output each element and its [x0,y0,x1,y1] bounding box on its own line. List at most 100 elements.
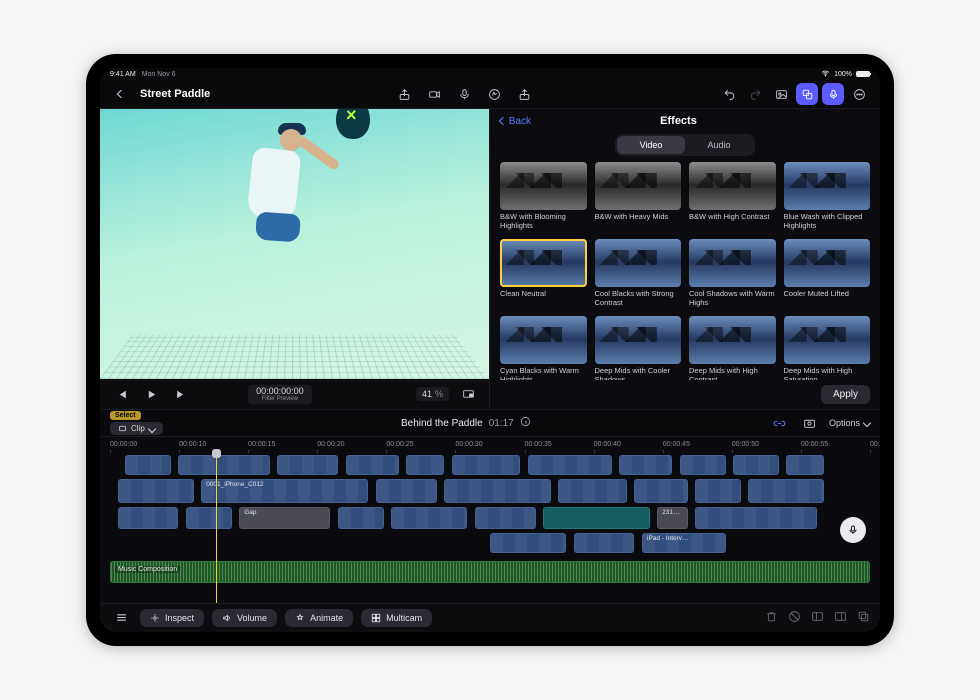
timeline-clip[interactable] [277,455,338,475]
layers-icon[interactable] [796,83,818,105]
mic-icon[interactable] [453,83,475,105]
timeline[interactable]: 00:00:0000:00:1000:00:1500:00:2000:00:25… [100,436,880,603]
photo-icon[interactable] [770,83,792,105]
timeline-clip[interactable]: 231… [657,507,687,529]
timeline-clip[interactable] [125,455,171,475]
undo-icon[interactable] [718,83,740,105]
effect-cell[interactable]: Deep Mids with Cooler Shadows [595,316,682,381]
effect-cell[interactable]: Cyan Blacks with Warm Highlights [500,316,587,381]
effect-cell[interactable]: Blue Wash with Clipped Highlights [784,162,871,231]
prev-frame-button[interactable] [110,383,132,405]
voiceover-icon[interactable] [822,83,844,105]
viewer-viewport[interactable] [100,109,489,380]
more-icon[interactable] [848,83,870,105]
timeline-clip[interactable]: 0001_iPhone_C012 [201,479,368,503]
timeline-clip[interactable] [118,479,194,503]
timeline-clip[interactable] [346,455,399,475]
timeline-clip[interactable] [543,507,649,529]
timeline-clip[interactable] [695,507,817,529]
apply-button[interactable]: Apply [821,385,870,404]
timeline-clip[interactable] [391,507,467,529]
tab-audio[interactable]: Audio [685,136,753,154]
duplicate-icon[interactable] [857,610,870,625]
timeline-clip[interactable] [118,507,179,529]
timeline-clip[interactable] [680,455,726,475]
effect-label: Clean Neutral [500,290,587,306]
timeline-clip[interactable] [406,455,444,475]
camera-icon[interactable] [423,83,445,105]
snapshot-icon[interactable] [799,412,821,434]
timeline-clip[interactable] [475,507,536,529]
effect-cell[interactable]: Deep Mids with High Contrast [689,316,776,381]
share-icon[interactable] [393,83,415,105]
timeline-clip[interactable] [376,479,437,503]
timeline-clip[interactable] [634,479,687,503]
audio-label: Music Composition [115,566,180,573]
timeline-clip[interactable]: iPad - Interv… [642,533,726,553]
draw-icon[interactable] [483,83,505,105]
link-icon[interactable] [769,412,791,434]
animate-button[interactable]: Animate [285,609,353,627]
trash-icon[interactable] [765,610,778,625]
timeline-clip[interactable] [619,455,672,475]
effect-cell[interactable]: Deep Mids with High Saturation [784,316,871,381]
effects-back-label: Back [509,116,531,127]
timeline-clip[interactable] [558,479,626,503]
effect-thumb [500,239,587,288]
effect-label: Cyan Blacks with Warm Highlights [500,367,587,380]
zoom-control[interactable]: 41 % [416,387,449,401]
volume-button[interactable]: Volume [212,609,277,627]
options-menu[interactable]: Options [829,418,870,428]
redo-icon[interactable] [744,83,766,105]
effect-thumb [689,239,776,288]
multicam-button[interactable]: Multicam [361,609,432,627]
timeline-clip[interactable] [748,479,824,503]
timeline-tracks[interactable]: 0001_iPhone_C012 Gap 231… iPad - Interv… Mus… [110,453,870,603]
timeline-clip[interactable] [452,455,520,475]
timeline-clip[interactable] [490,533,566,553]
audio-clip[interactable]: Music Composition [110,561,870,583]
record-voiceover-fab[interactable] [840,517,866,543]
ruler-mark: 00:00:45 [663,441,690,448]
effect-cell[interactable]: Clean Neutral [500,239,587,308]
timecode-display[interactable]: 00:00:00:00 Filter Preview [248,385,312,404]
effects-back-button[interactable]: Back [500,116,531,127]
split-left-icon[interactable] [811,610,824,625]
effect-cell[interactable]: Cooler Muted Lifted [784,239,871,308]
play-button[interactable] [140,383,162,405]
select-mode-badge[interactable]: Select [110,411,141,420]
timeline-clip[interactable] [695,479,741,503]
inspect-button[interactable]: Inspect [140,609,204,627]
timeline-clip[interactable] [528,455,612,475]
effect-cell[interactable]: B&W with High Contrast [689,162,776,231]
timeline-clip[interactable] [186,507,232,529]
disable-icon[interactable] [788,610,801,625]
playhead[interactable] [216,453,217,603]
timecode-sub: Filter Preview [256,396,304,402]
clip-menu[interactable]: Clip [110,422,163,435]
timeline-clip[interactable] [444,479,550,503]
effect-cell[interactable]: B&W with Blooming Highlights [500,162,587,231]
animate-label: Animate [310,613,343,623]
effect-cell[interactable]: Cool Blacks with Strong Contrast [595,239,682,308]
timeline-clip[interactable]: Gap [239,507,330,529]
timeline-clip[interactable] [574,533,635,553]
split-right-icon[interactable] [834,610,847,625]
battery-icon [856,71,870,77]
tab-video[interactable]: Video [617,136,685,154]
timeline-clip[interactable] [733,455,779,475]
effect-cell[interactable]: Cool Shadows with Warm Highs [689,239,776,308]
fullscreen-icon[interactable] [457,383,479,405]
info-icon[interactable] [520,416,531,430]
menu-icon[interactable] [110,607,132,629]
timeline-clip[interactable] [786,455,824,475]
back-button[interactable] [110,83,132,105]
effect-cell[interactable]: B&W with Heavy Mids [595,162,682,231]
ruler-mark: 00:01:00 [870,441,880,448]
timeline-clip[interactable] [338,507,384,529]
export-icon[interactable] [513,83,535,105]
options-label: Options [829,418,860,428]
next-frame-button[interactable] [170,383,192,405]
project-title[interactable]: Street Paddle [140,88,210,100]
timeline-clip[interactable] [178,455,269,475]
